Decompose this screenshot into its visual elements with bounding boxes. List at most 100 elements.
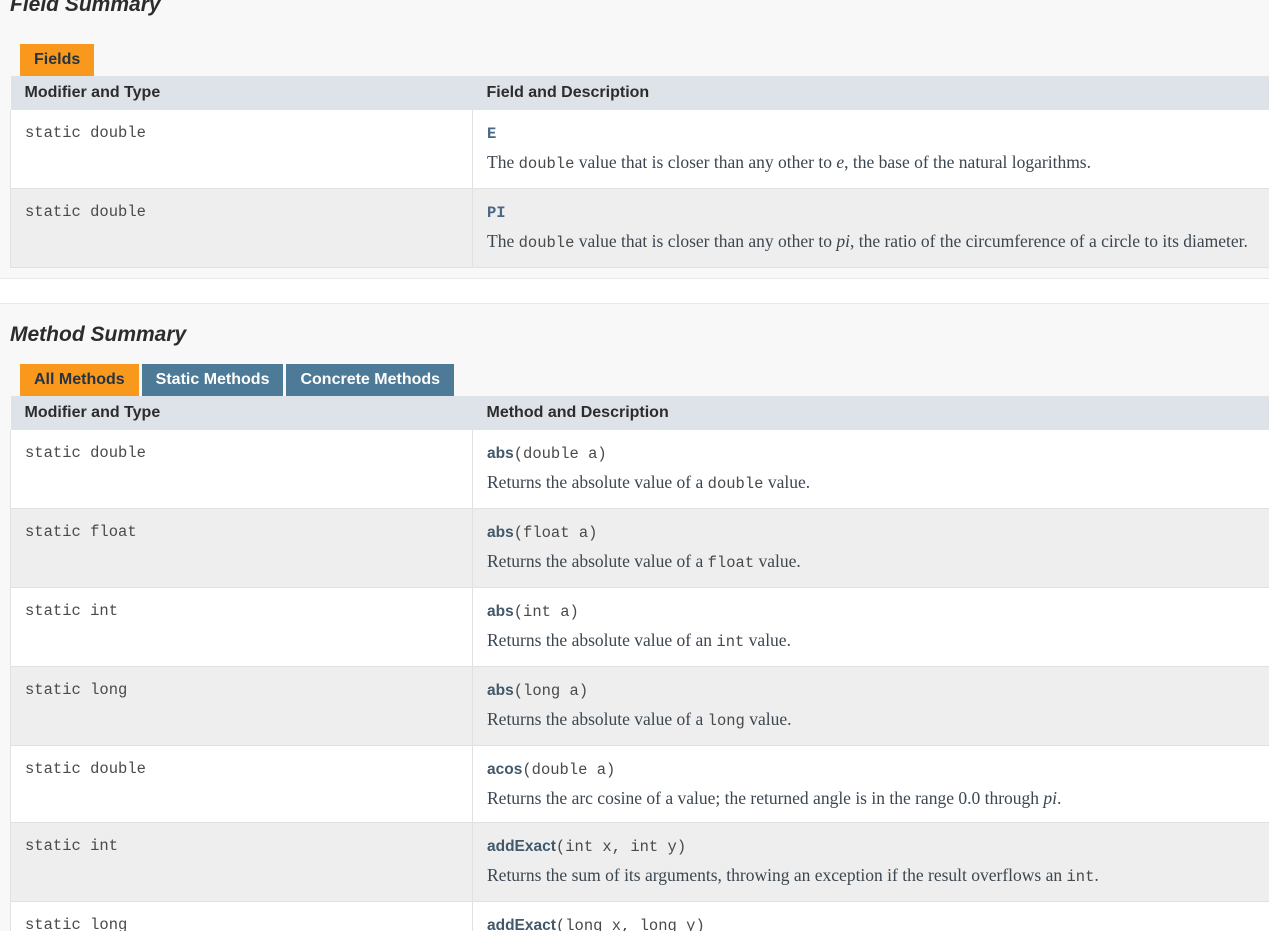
method-description: Returns the absolute value of a long val… — [487, 707, 1269, 733]
method-type: static int — [10, 587, 473, 667]
method-description: Returns the sum of its arguments, throwi… — [487, 863, 1269, 889]
method-summary-tabs: All Methods Static Methods Concrete Meth… — [10, 364, 1259, 396]
table-row: static int abs(int a) Returns the absolute… — [10, 587, 1269, 667]
desc-part: value. — [754, 551, 801, 571]
field-col-modifier-header: Modifier and Type — [10, 76, 473, 110]
field-link-pi[interactable]: PI — [487, 204, 506, 222]
section-separator — [0, 278, 1269, 304]
method-col-detail-header: Method and Description — [472, 396, 1269, 430]
table-row: static long abs(long a) Returns the absolu… — [10, 666, 1269, 746]
method-detail: addExact(long x, long y)Returns the sum … — [472, 901, 1269, 931]
field-summary-tabs: Fields — [10, 44, 1259, 76]
field-col-detail-header: Field and Description — [472, 76, 1269, 110]
desc-part: Returns the sum of its arguments, throwi… — [487, 865, 1067, 885]
tab-static-methods[interactable]: Static Methods — [141, 364, 284, 396]
table-row: static float abs(float a) Returns the abso… — [10, 508, 1269, 588]
table-row: static double PI The double value that i… — [10, 188, 1269, 268]
desc-code: long — [707, 712, 745, 730]
desc-emphasis: e — [836, 152, 845, 172]
javadoc-page: Field Summary Fields Modifier and Type F… — [0, 0, 1269, 931]
desc-part: value that is closer than any other to — [574, 152, 837, 172]
field-summary-section: Field Summary Fields Modifier and Type F… — [0, 0, 1269, 278]
desc-code: int — [1066, 868, 1095, 886]
method-type: static long — [10, 901, 473, 931]
desc-part: Returns the arc cosine of a value; the r… — [487, 788, 1044, 808]
desc-part: Returns the absolute value of an — [487, 630, 717, 650]
desc-emphasis: pi — [1043, 788, 1058, 808]
desc-code: double — [518, 234, 575, 252]
method-link-abs[interactable]: abs — [487, 524, 514, 541]
desc-part: value. — [763, 472, 811, 492]
desc-part: value. — [744, 709, 792, 729]
method-type: static double — [10, 430, 473, 509]
method-col-modifier-header: Modifier and Type — [10, 396, 473, 430]
field-table-header-row: Modifier and Type Field and Description — [10, 76, 1269, 110]
field-summary-heading: Field Summary — [10, 0, 161, 16]
field-summary-table: Modifier and Type Field and Description … — [10, 76, 1269, 268]
field-link-e[interactable]: E — [487, 125, 496, 143]
desc-part: . — [1094, 865, 1099, 885]
method-detail: addExact(int x, int y) Returns the sum of… — [472, 822, 1269, 902]
method-signature: (int a) — [513, 603, 579, 621]
method-detail: acos(double a) Returns the arc cosine of … — [472, 745, 1269, 823]
method-detail: abs(float a) Returns the absolute value o… — [472, 508, 1269, 588]
method-link-addexact[interactable]: addExact — [487, 838, 556, 855]
desc-part: , the base of the natural logarithms. — [844, 152, 1091, 172]
method-type: static long — [10, 666, 473, 746]
desc-code: float — [707, 554, 755, 572]
method-summary-table: Modifier and Type Method and Description… — [10, 396, 1269, 931]
method-type: static int — [10, 822, 473, 902]
desc-emphasis: pi — [836, 231, 850, 251]
desc-code: int — [716, 633, 745, 651]
desc-part: value. — [744, 630, 791, 650]
table-row: static int addExact(int x, int y) Returns … — [10, 822, 1269, 902]
desc-part: Returns the absolute value of a — [487, 472, 708, 492]
table-row: static double E The double value that is… — [10, 110, 1269, 189]
desc-part: The — [487, 152, 519, 172]
method-description: Returns the absolute value of a float va… — [487, 549, 1269, 575]
method-link-addexact[interactable]: addExact — [487, 917, 556, 931]
tab-fields[interactable]: Fields — [20, 44, 95, 76]
method-signature: (double a) — [513, 445, 607, 463]
desc-part: Returns the absolute value of a — [487, 709, 708, 729]
method-description: Returns the arc cosine of a value; the r… — [487, 786, 1269, 810]
field-detail: E The double value that is closer than a… — [472, 110, 1269, 189]
field-detail: PI The double value that is closer than … — [472, 188, 1269, 268]
desc-code: double — [518, 155, 575, 173]
desc-part: The — [487, 231, 519, 251]
method-signature: (double a) — [522, 761, 616, 779]
method-signature: (long a) — [513, 682, 589, 700]
field-table-body: static double E The double value that is… — [10, 110, 1269, 268]
method-signature: (float a) — [513, 524, 598, 542]
field-description: The double value that is closer than any… — [487, 229, 1269, 255]
method-signature: (int x, int y) — [555, 838, 687, 856]
desc-part: Returns the absolute value of a — [487, 551, 708, 571]
method-description: Returns the absolute value of an int val… — [487, 628, 1269, 654]
method-link-abs[interactable]: abs — [487, 682, 514, 699]
method-link-acos[interactable]: acos — [487, 761, 522, 778]
field-description: The double value that is closer than any… — [487, 150, 1269, 176]
method-summary-heading: Method Summary — [10, 323, 187, 346]
field-type: static double — [10, 110, 473, 189]
table-row: static double acos(double a) Returns the a… — [10, 745, 1269, 823]
field-type: static double — [10, 188, 473, 268]
table-row: static longaddExact(long x, long y)Retur… — [10, 901, 1269, 931]
method-table-header-row: Modifier and Type Method and Description — [10, 396, 1269, 430]
desc-part: . — [1057, 788, 1062, 808]
table-row: static double abs(double a) Returns the ab… — [10, 430, 1269, 509]
desc-part: value that is closer than any other to — [574, 231, 837, 251]
method-summary-section: Method Summary All Methods Static Method… — [0, 304, 1269, 931]
tab-concrete-methods[interactable]: Concrete Methods — [286, 364, 455, 396]
desc-code: double — [707, 475, 764, 493]
method-type: static float — [10, 508, 473, 588]
method-table-body: static double abs(double a) Returns the ab… — [10, 430, 1269, 931]
method-signature: (long x, long y) — [555, 917, 705, 931]
desc-part: , the ratio of the circumference of a ci… — [849, 231, 1248, 251]
method-link-abs[interactable]: abs — [487, 603, 514, 620]
method-detail: abs(int a) Returns the absolute value of … — [472, 587, 1269, 667]
method-description: Returns the absolute value of a double v… — [487, 470, 1269, 496]
method-link-abs[interactable]: abs — [487, 445, 514, 462]
tab-all-methods[interactable]: All Methods — [20, 364, 139, 396]
method-detail: abs(double a) Returns the absolute value … — [472, 430, 1269, 509]
method-type: static double — [10, 745, 473, 823]
